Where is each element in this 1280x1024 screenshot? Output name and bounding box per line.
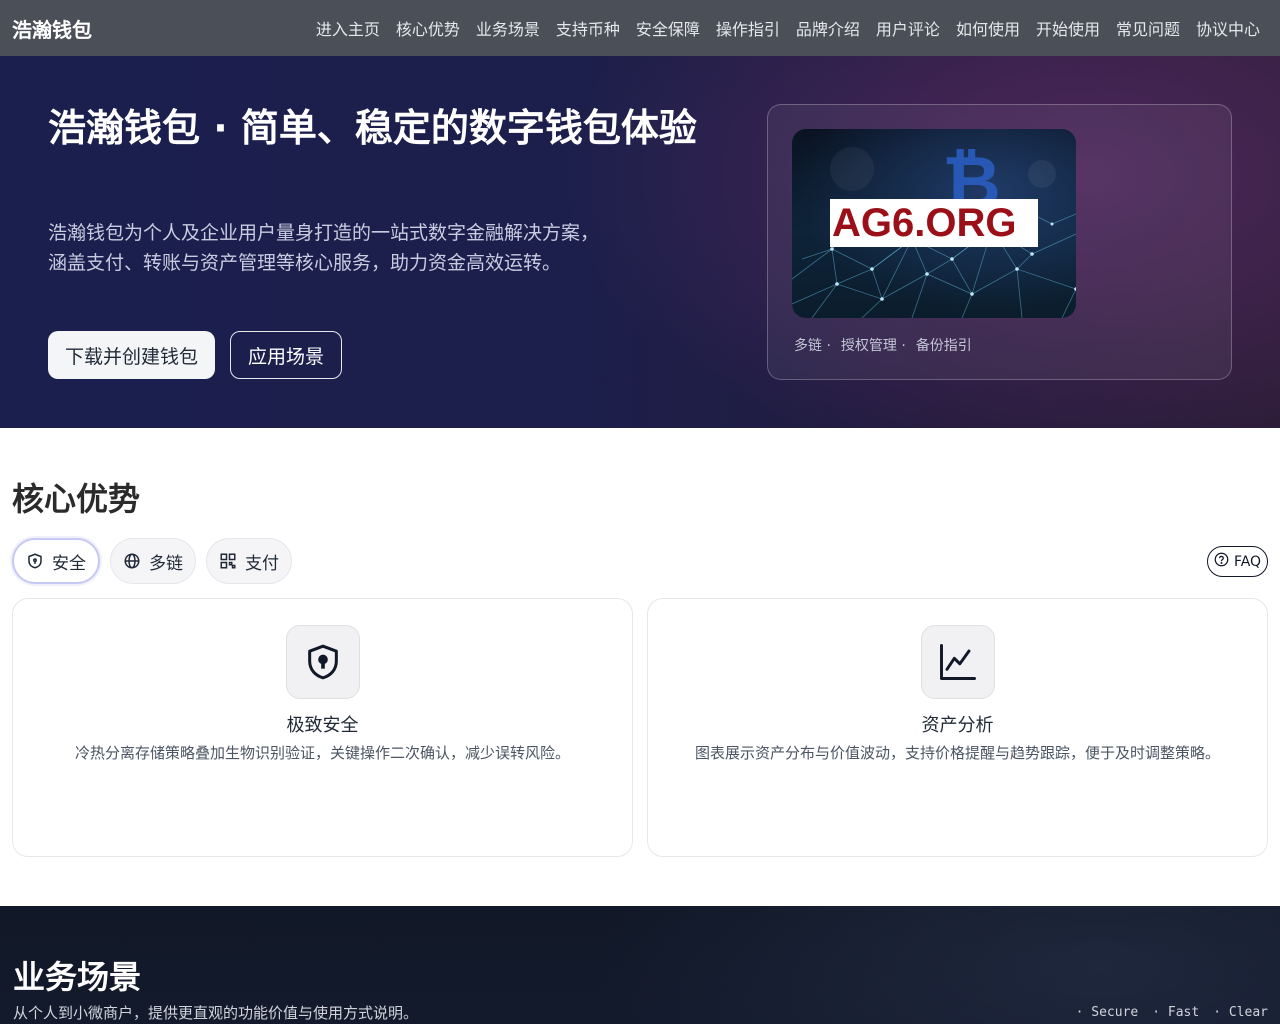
use-cases-button[interactable]: 应用场景 <box>230 331 343 379</box>
tag-backup: 备份指引 <box>915 338 972 354</box>
nav-link-brand[interactable]: 品牌介绍 <box>796 16 860 40</box>
chip-fast: · Fast <box>1152 1005 1200 1020</box>
card-title: 极致安全 <box>286 715 359 736</box>
tab-payment-label: 支付 <box>245 553 279 574</box>
nav-links: 进入主页 核心优势 业务场景 支持币种 安全保障 操作指引 品牌介绍 用户评论 … <box>316 16 1260 40</box>
nav-link-reviews[interactable]: 用户评论 <box>876 16 940 40</box>
scenarios-section: 业务场景 从个人到小微商户，提供更直观的功能价值与使用方式说明。 · Secur… <box>0 906 1280 1024</box>
card-description: 冷热分离存储策略叠加生物识别验证，关键操作二次确认，减少误转风险。 <box>74 744 570 762</box>
advantage-card-security: 极致安全 冷热分离存储策略叠加生物识别验证，关键操作二次确认，减少误转风险。 <box>12 598 633 857</box>
brand-logo[interactable]: 浩瀚钱包 <box>12 14 92 43</box>
advantages-title: 核心优势 <box>12 480 141 518</box>
hero-tags: 多链 · 授权管理 · 备份指引 <box>794 335 972 355</box>
nav-link-advantages[interactable]: 核心优势 <box>396 16 460 40</box>
shield-icon <box>26 552 44 570</box>
nav-link-howto[interactable]: 如何使用 <box>956 16 1020 40</box>
download-create-wallet-button[interactable]: 下载并创建钱包 <box>48 331 216 379</box>
chip-clear: · Clear <box>1213 1005 1268 1020</box>
hero-section: 浩瀚钱包 · 简单、稳定的数字钱包体验 浩瀚钱包为个人及企业用户量身打造的一站式… <box>0 56 1280 428</box>
faq-label: FAQ <box>1233 553 1262 570</box>
shield-lock-icon <box>286 625 360 699</box>
chip-secure: · Secure <box>1075 1005 1139 1020</box>
qr-icon <box>219 552 237 570</box>
tab-payment[interactable]: 支付 <box>206 538 292 584</box>
hero-image: ₿ AG6.ORG <box>792 129 1076 318</box>
faq-button[interactable]: FAQ <box>1207 546 1268 577</box>
globe-icon <box>123 552 141 570</box>
line-chart-icon <box>921 625 995 699</box>
nav-link-guide[interactable]: 操作指引 <box>716 16 780 40</box>
nav-link-currencies[interactable]: 支持币种 <box>556 16 620 40</box>
hero-card: ₿ AG6.ORG 多链 · 授权管理 · 备份指引 <box>767 104 1232 380</box>
logo-watermark-text: AG6.ORG <box>832 201 1017 245</box>
scenarios-chips: · Secure · Fast · Clear <box>1076 1005 1268 1020</box>
tab-multichain[interactable]: 多链 <box>110 538 196 584</box>
card-description: 图表展示资产分布与价值波动，支持价格提醒与趋势跟踪，便于及时调整策略。 <box>694 744 1220 762</box>
nav-link-scenarios[interactable]: 业务场景 <box>476 16 540 40</box>
nav-link-home[interactable]: 进入主页 <box>316 16 380 40</box>
tab-multichain-label: 多链 <box>149 553 183 574</box>
help-circle-icon <box>1214 552 1229 571</box>
tab-security-label: 安全 <box>52 553 86 574</box>
advantages-tabs: 安全 多链 支付 <box>12 538 292 584</box>
nav-link-faq[interactable]: 常见问题 <box>1116 16 1180 40</box>
advantage-card-analysis: 资产分析 图表展示资产分布与价值波动，支持价格提醒与趋势跟踪，便于及时调整策略。 <box>647 598 1268 857</box>
top-nav: 浩瀚钱包 进入主页 核心优势 业务场景 支持币种 安全保障 操作指引 品牌介绍 … <box>0 0 1280 56</box>
tag-authorization: 授权管理 · <box>840 338 906 354</box>
tag-multichain: 多链 · <box>794 338 831 354</box>
scenarios-description: 从个人到小微商户，提供更直观的功能价值与使用方式说明。 <box>13 1004 419 1022</box>
card-title: 资产分析 <box>921 715 994 736</box>
hero-title: 浩瀚钱包 · 简单、稳定的数字钱包体验 <box>48 106 697 150</box>
tab-security[interactable]: 安全 <box>12 538 100 584</box>
hero-description: 浩瀚钱包为个人及企业用户量身打造的一站式数字金融解决方案，涵盖支付、转账与资产管… <box>48 222 600 274</box>
nav-link-start[interactable]: 开始使用 <box>1036 16 1100 40</box>
nav-link-security[interactable]: 安全保障 <box>636 16 700 40</box>
nav-link-terms[interactable]: 协议中心 <box>1196 16 1260 40</box>
scenarios-title: 业务场景 <box>13 958 142 996</box>
